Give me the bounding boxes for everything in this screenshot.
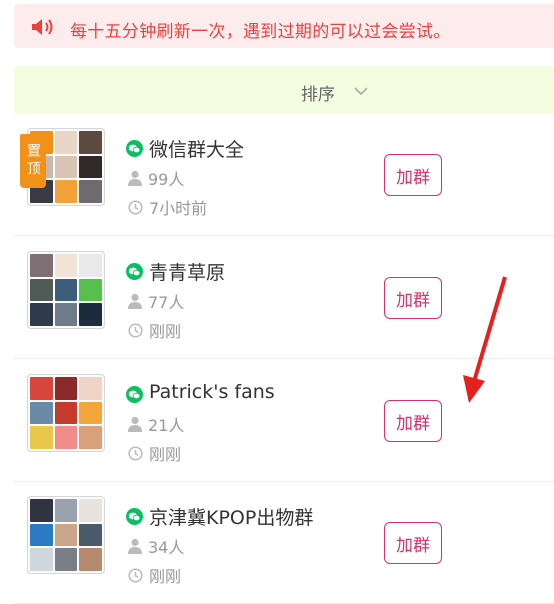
- member-count-text: 34人: [148, 538, 185, 557]
- person-icon: [128, 170, 142, 186]
- avatar-tile: [30, 401, 53, 425]
- group-name[interactable]: Patrick's fans: [149, 381, 275, 403]
- member-count: 77人: [128, 289, 184, 313]
- avatar-tile: [30, 303, 53, 326]
- avatar-tile: [79, 426, 102, 449]
- group-item[interactable]: 微信群大全 99人 7小时前 加群: [14, 114, 554, 236]
- clock-icon: [128, 199, 143, 215]
- red-arrow-annotation: [463, 276, 507, 403]
- avatar-tile: [30, 548, 53, 571]
- avatar-tile: [79, 180, 102, 203]
- wechat-icon: [126, 508, 143, 525]
- avatar-tile: [54, 180, 78, 203]
- avatar-tile: [30, 377, 53, 400]
- updated-time-text: 刚刚: [149, 322, 182, 341]
- group-avatar[interactable]: [27, 496, 105, 574]
- speaker-icon: [32, 19, 53, 35]
- avatar-tile: [30, 523, 53, 547]
- avatar-tile: [79, 377, 102, 400]
- avatar-tile: [54, 131, 78, 154]
- updated-time-text: 7小时前: [149, 199, 208, 218]
- avatar-tile: [79, 155, 102, 179]
- wechat-icon: [126, 263, 143, 280]
- group-name[interactable]: 微信群大全: [149, 135, 244, 162]
- member-count-text: 99人: [148, 170, 185, 189]
- group-name[interactable]: 青青草原: [149, 258, 225, 285]
- avatar-tile: [79, 548, 102, 571]
- avatar-tile: [54, 377, 78, 400]
- pinned-badge-label: 置顶: [25, 143, 41, 179]
- avatar-tile: [54, 155, 78, 179]
- join-group-button[interactable]: 加群: [384, 277, 442, 319]
- person-icon: [128, 293, 142, 309]
- updated-time: 刚刚: [128, 318, 181, 342]
- avatar-tile: [30, 499, 53, 522]
- avatar-tile: [30, 426, 53, 449]
- member-count-text: 21人: [148, 416, 185, 435]
- avatar-tile: [54, 426, 78, 449]
- group-name[interactable]: 京津冀KPOP出物群: [149, 503, 313, 530]
- person-icon: [128, 538, 142, 554]
- updated-time-text: 刚刚: [149, 567, 182, 586]
- pinned-badge: 置顶: [20, 134, 46, 188]
- member-count: 21人: [128, 412, 184, 436]
- avatar-tile: [54, 523, 78, 547]
- avatar-tile: [54, 303, 78, 326]
- wechat-icon: [126, 386, 143, 403]
- member-count: 34人: [128, 534, 184, 558]
- person-icon: [128, 416, 142, 432]
- avatar-tile: [79, 254, 102, 277]
- updated-time: 刚刚: [128, 441, 181, 465]
- group-avatar[interactable]: [27, 374, 105, 452]
- avatar-tile: [54, 499, 78, 522]
- join-group-button[interactable]: 加群: [384, 400, 442, 442]
- avatar-tile: [54, 278, 78, 302]
- updated-time-text: 刚刚: [149, 445, 182, 464]
- avatar-tile: [54, 254, 78, 277]
- clock-icon: [128, 567, 143, 583]
- avatar-tile: [54, 401, 78, 425]
- join-group-button[interactable]: 加群: [384, 154, 442, 196]
- refresh-notice: 每十五分钟刷新一次，遇到过期的可以过会尝试。: [14, 4, 554, 48]
- avatar-tile: [79, 499, 102, 522]
- avatar-tile: [30, 254, 53, 277]
- avatar-tile: [79, 401, 102, 425]
- group-avatar[interactable]: [27, 251, 105, 329]
- avatar-tile: [30, 278, 53, 302]
- sort-dropdown[interactable]: 排序: [14, 66, 554, 114]
- avatar-tile: [79, 523, 102, 547]
- notice-text: 每十五分钟刷新一次，遇到过期的可以过会尝试。: [70, 22, 451, 42]
- clock-icon: [128, 322, 143, 338]
- chevron-down-icon[interactable]: [354, 87, 368, 96]
- updated-time: 7小时前: [128, 195, 207, 219]
- avatar-tile: [54, 548, 78, 571]
- member-count: 99人: [128, 166, 184, 190]
- group-item[interactable]: 京津冀KPOP出物群 34人刚刚 加群: [14, 482, 554, 604]
- row-divider: [14, 235, 554, 236]
- sort-label[interactable]: 排序: [301, 80, 335, 105]
- updated-time: 刚刚: [128, 563, 181, 587]
- join-group-button[interactable]: 加群: [384, 522, 442, 564]
- avatar-tile: [79, 131, 102, 154]
- avatar-tile: [79, 303, 102, 326]
- clock-icon: [128, 445, 143, 461]
- avatar-tile: [79, 278, 102, 302]
- wechat-icon: [126, 140, 143, 157]
- member-count-text: 77人: [148, 293, 185, 312]
